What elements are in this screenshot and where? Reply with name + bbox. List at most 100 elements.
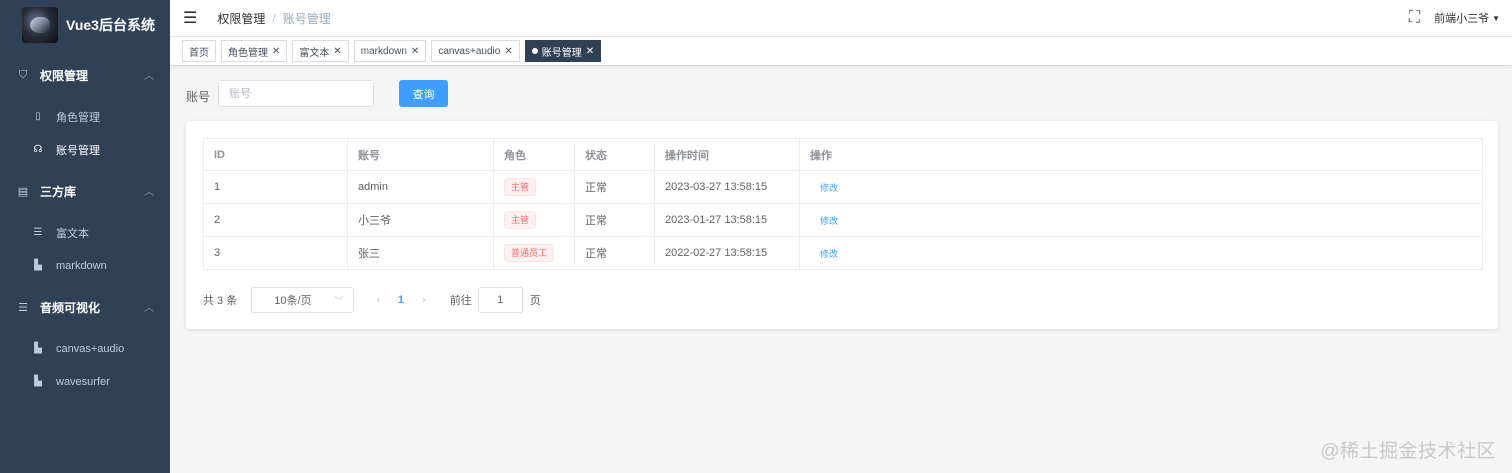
- tag-label: markdown: [360, 45, 407, 57]
- table-header-row: ID 账号 角色 状态 操作时间 操作: [204, 139, 1482, 171]
- goto-page-input[interactable]: [477, 287, 523, 313]
- menu-group-label: 权限管理: [40, 68, 89, 83]
- tag-label: canvas+audio: [438, 45, 501, 57]
- account-search-input[interactable]: [218, 80, 374, 107]
- sidebar-item-account-management[interactable]: ☊ 账号管理: [0, 133, 170, 166]
- account-table: ID 账号 角色 状态 操作时间 操作 1 admin 主管 正常 2023-0…: [203, 138, 1483, 270]
- tag-role-management[interactable]: 角色管理 ✕: [221, 40, 288, 62]
- chevron-up-icon: ︿: [144, 303, 154, 314]
- users-icon: ☊: [33, 144, 43, 155]
- sidebar-item-wavesurfer[interactable]: ▙ wavesurfer: [0, 365, 170, 398]
- tag-label: 富文本: [299, 47, 330, 59]
- app-title: Vue3后台系统: [66, 17, 155, 33]
- list-icon: ☰: [33, 227, 43, 238]
- cell-id: 1: [204, 171, 348, 203]
- menu-group-label: 三方库: [40, 184, 77, 199]
- sidebar-item-role-management[interactable]: ▯ 角色管理: [0, 100, 170, 133]
- tags-view: 首页 角色管理 ✕ 富文本 ✕ markdown ✕ canvas+audio …: [170, 36, 1512, 66]
- cell-account: 小三爷: [348, 204, 494, 236]
- menu-group-label: 音频可视化: [40, 300, 101, 315]
- caret-down-icon[interactable]: ▼: [1492, 14, 1500, 23]
- document-icon: ▙: [34, 376, 42, 387]
- breadcrumb-separator: /: [272, 11, 276, 25]
- query-button[interactable]: 查询: [399, 80, 448, 107]
- menu-group-third-party[interactable]: ▤ 三方库 ︿: [0, 166, 170, 216]
- breadcrumb-item-permissions[interactable]: 权限管理: [217, 10, 265, 27]
- cell-id: 3: [204, 237, 348, 269]
- cell-status: 正常: [575, 237, 655, 269]
- edit-button[interactable]: 修改: [820, 181, 838, 194]
- user-dropdown[interactable]: 前端小三爷: [1434, 10, 1489, 26]
- chevron-up-icon: ︿: [144, 71, 154, 82]
- cell-status: 正常: [575, 204, 655, 236]
- sidebar-item-label: 账号管理: [56, 144, 100, 157]
- close-icon[interactable]: ✕: [272, 46, 280, 57]
- table-row: 2 小三爷 主管 正常 2023-01-27 13:58:15 修改: [204, 204, 1482, 237]
- cell-time: 2023-03-27 13:58:15: [655, 171, 800, 203]
- close-icon[interactable]: ✕: [504, 46, 512, 57]
- next-page-button[interactable]: ›: [422, 294, 426, 306]
- sidebar-item-label: canvas+audio: [56, 342, 125, 355]
- column-header-id: ID: [204, 139, 348, 170]
- prev-page-button[interactable]: ‹: [376, 294, 380, 306]
- active-dot-icon: [531, 48, 538, 54]
- cell-id: 2: [204, 204, 348, 236]
- cell-action: 修改: [800, 237, 1482, 269]
- close-icon[interactable]: ✕: [586, 46, 594, 57]
- tag-label: 首页: [189, 47, 209, 59]
- hamburger-icon[interactable]: ☰: [183, 8, 197, 28]
- tag-rich-text[interactable]: 富文本 ✕: [292, 40, 349, 62]
- chevron-up-icon: ︿: [144, 187, 154, 198]
- logo-image: [22, 7, 58, 43]
- sidebar-item-label: 富文本: [56, 227, 89, 240]
- chevron-down-icon: ﹀: [334, 295, 344, 306]
- page-size-select[interactable]: 10条/页 ﹀: [251, 287, 355, 313]
- role-tag: 普通员工: [504, 244, 555, 262]
- column-header-account: 账号: [348, 139, 494, 170]
- id-card-icon: ▯: [35, 111, 41, 122]
- document-icon: ▙: [34, 260, 42, 271]
- column-header-action: 操作: [810, 149, 832, 162]
- cell-role: 普通员工: [494, 237, 575, 269]
- breadcrumb-item-current: 账号管理: [282, 11, 331, 26]
- role-tag: 主管: [504, 211, 537, 229]
- sidebar-item-markdown[interactable]: ▙ markdown: [0, 249, 170, 282]
- watermark: @稀土掘金技术社区: [1320, 441, 1496, 462]
- fullscreen-icon[interactable]: ⛶: [1409, 9, 1420, 27]
- tag-markdown[interactable]: markdown ✕: [353, 40, 427, 62]
- table-card: ID 账号 角色 状态 操作时间 操作 1 admin 主管 正常 2023-0…: [186, 121, 1498, 329]
- sidebar: Vue3后台系统 ⛉ 权限管理 ︿ ▯ 角色管理 ☊ 账号管理 ▤ 三方库 ︿ …: [0, 0, 170, 473]
- close-icon[interactable]: ✕: [411, 46, 419, 57]
- search-label: 账号: [186, 90, 211, 104]
- sidebar-item-canvas-audio[interactable]: ▙ canvas+audio: [0, 332, 170, 365]
- menu-group-permissions[interactable]: ⛉ 权限管理 ︿: [0, 50, 170, 100]
- column-header-time: 操作时间: [655, 139, 800, 170]
- logo[interactable]: Vue3后台系统: [0, 0, 170, 50]
- tag-account-management[interactable]: 账号管理 ✕: [524, 40, 602, 62]
- tag-label: 账号管理: [541, 47, 582, 59]
- document-icon: ▙: [34, 343, 42, 354]
- cell-role: 主管: [494, 204, 575, 236]
- table-row: 3 张三 普通员工 正常 2022-02-27 13:58:15 修改: [204, 237, 1482, 270]
- sidebar-item-label: wavesurfer: [56, 375, 110, 388]
- sidebar-item-label: 角色管理: [56, 111, 100, 124]
- tag-canvas-audio[interactable]: canvas+audio ✕: [431, 40, 520, 62]
- column-header-status: 状态: [575, 139, 655, 170]
- goto-label: 前往: [449, 295, 472, 307]
- shield-icon: ⛉: [18, 68, 28, 81]
- edit-button[interactable]: 修改: [820, 247, 838, 260]
- close-icon[interactable]: ✕: [333, 46, 341, 57]
- edit-button[interactable]: 修改: [820, 214, 838, 227]
- tag-home[interactable]: 首页: [182, 40, 216, 62]
- cell-time: 2022-02-27 13:58:15: [655, 237, 800, 269]
- sidebar-item-rich-text[interactable]: ☰ 富文本: [0, 216, 170, 249]
- pagination: 共 3 条 10条/页 ﹀ ‹ 1 › 前往 页: [203, 287, 541, 313]
- cell-action: 修改: [800, 171, 1482, 203]
- role-tag: 主管: [504, 178, 537, 196]
- tag-label: 角色管理: [228, 47, 268, 59]
- cell-action: 修改: [800, 204, 1482, 236]
- pagination-total: 共 3 条: [203, 295, 238, 307]
- cell-time: 2023-01-27 13:58:15: [655, 204, 800, 236]
- page-number-current[interactable]: 1: [398, 294, 404, 306]
- menu-group-audio-visualization[interactable]: ☰ 音频可视化 ︿: [0, 282, 170, 332]
